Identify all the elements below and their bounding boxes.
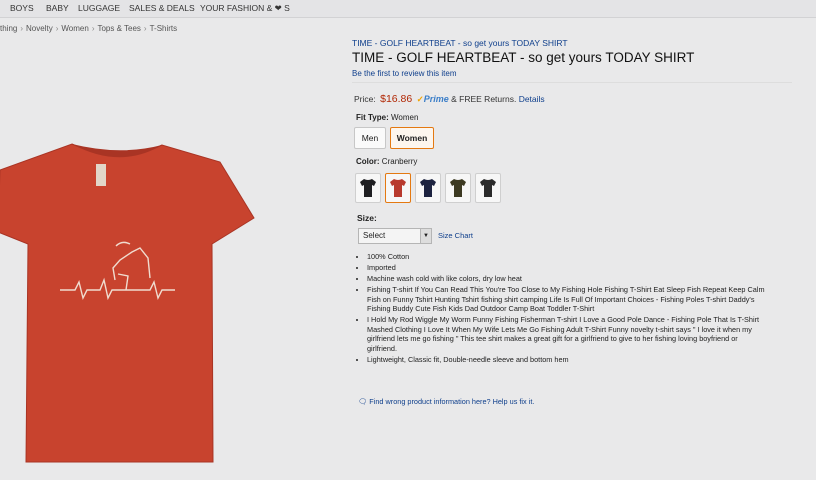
nav-item-baby[interactable]: BABY <box>46 3 69 13</box>
feature-item: 100% Cotton <box>367 252 767 262</box>
breadcrumb-item[interactable]: Novelty <box>26 24 53 33</box>
feature-item: Fishing T-shirt If You Can Read This You… <box>367 285 767 314</box>
brand-title-link[interactable]: TIME - GOLF HEARTBEAT - so get yours TOD… <box>352 38 568 48</box>
swatch-shape <box>360 179 376 197</box>
tshirt-icon <box>390 179 406 197</box>
color-swatch-navy[interactable] <box>415 173 441 203</box>
color-swatch-black[interactable] <box>355 173 381 203</box>
shirt-body-shape <box>0 143 255 463</box>
tshirt-icon <box>450 179 466 197</box>
color-swatch-charcoal[interactable] <box>475 173 501 203</box>
price-label: Price: <box>354 94 376 104</box>
breadcrumb-separator: › <box>55 24 59 33</box>
fit-option-men[interactable]: Men <box>354 127 386 149</box>
feature-item: Machine wash cold with like colors, dry … <box>367 274 767 284</box>
prime-check-icon: ✓ <box>416 94 424 104</box>
feature-item: I Hold My Rod Wiggle My Worm Funny Fishi… <box>367 315 767 353</box>
swatch-shape <box>390 179 406 197</box>
fit-type-selected: Women <box>390 113 419 122</box>
breadcrumb-separator: › <box>91 24 95 33</box>
nav-item-boys[interactable]: BOYS <box>10 3 34 13</box>
color-swatch-olive[interactable] <box>445 173 471 203</box>
price-row: Price: $16.86 ✓Prime & FREE Returns. Det… <box>354 93 545 105</box>
breadcrumb: thing › Novelty › Women › Tops & Tees › T-Shirts <box>0 24 177 33</box>
fit-type-heading: Fit Type: <box>356 113 389 122</box>
swatch-shape <box>420 179 436 197</box>
product-image[interactable] <box>0 140 260 470</box>
size-label: Size: <box>357 213 377 223</box>
product-title: TIME - GOLF HEARTBEAT - so get yours TOD… <box>352 50 695 65</box>
color-swatch-cranberry[interactable] <box>385 173 411 203</box>
fit-type-label: Fit Type: Women <box>356 113 418 122</box>
nav-item-sales-deals[interactable]: SALES & DEALS <box>129 3 195 13</box>
details-link[interactable]: Details <box>519 94 545 104</box>
feature-bullets: 100% Cotton Imported Machine wash cold w… <box>358 252 767 366</box>
tshirt-icon <box>480 179 496 197</box>
breadcrumb-separator: › <box>143 24 147 33</box>
free-returns-text: & FREE Returns. <box>451 94 517 104</box>
price-value: $16.86 <box>380 93 413 105</box>
swatch-shape <box>450 179 466 197</box>
breadcrumb-item[interactable]: Women <box>61 24 88 33</box>
speech-bubble-icon: 🗨 <box>358 397 368 406</box>
breadcrumb-separator: › <box>20 24 24 33</box>
swatch-shape <box>480 179 496 197</box>
tshirt-icon <box>360 179 376 197</box>
breadcrumb-item[interactable]: T-Shirts <box>150 24 178 33</box>
breadcrumb-item[interactable]: Tops & Tees <box>97 24 140 33</box>
shirt-tag-shape <box>96 164 106 186</box>
feature-item: Lightweight, Classic fit, Double-needle … <box>367 355 767 365</box>
tshirt-icon <box>420 179 436 197</box>
prime-logo: Prime <box>423 94 449 104</box>
fit-option-women[interactable]: Women <box>390 127 434 149</box>
divider <box>352 82 792 83</box>
nav-item-your-fashion[interactable]: YOUR FASHION & ❤ S <box>200 3 290 14</box>
size-chart-link[interactable]: Size Chart <box>438 231 473 240</box>
chevron-down-icon[interactable]: ▼ <box>420 229 431 243</box>
color-heading: Color: <box>356 157 380 166</box>
feature-item: Imported <box>367 263 767 273</box>
review-link[interactable]: Be the first to review this item <box>352 69 456 78</box>
color-selected: Cranberry <box>381 157 418 166</box>
feedback-text[interactable]: Find wrong product information here? Hel… <box>369 397 534 406</box>
feedback-link[interactable]: 🗨 Find wrong product information here? H… <box>358 397 534 406</box>
nav-item-luggage[interactable]: LUGGAGE <box>78 3 120 13</box>
color-label: Color: Cranberry <box>356 157 417 166</box>
top-nav: BOYS BABY LUGGAGE SALES & DEALS YOUR FAS… <box>0 0 816 18</box>
size-select-value: Select <box>363 231 386 240</box>
size-select[interactable]: Select ▼ <box>358 228 432 244</box>
breadcrumb-item[interactable]: thing <box>0 24 17 33</box>
